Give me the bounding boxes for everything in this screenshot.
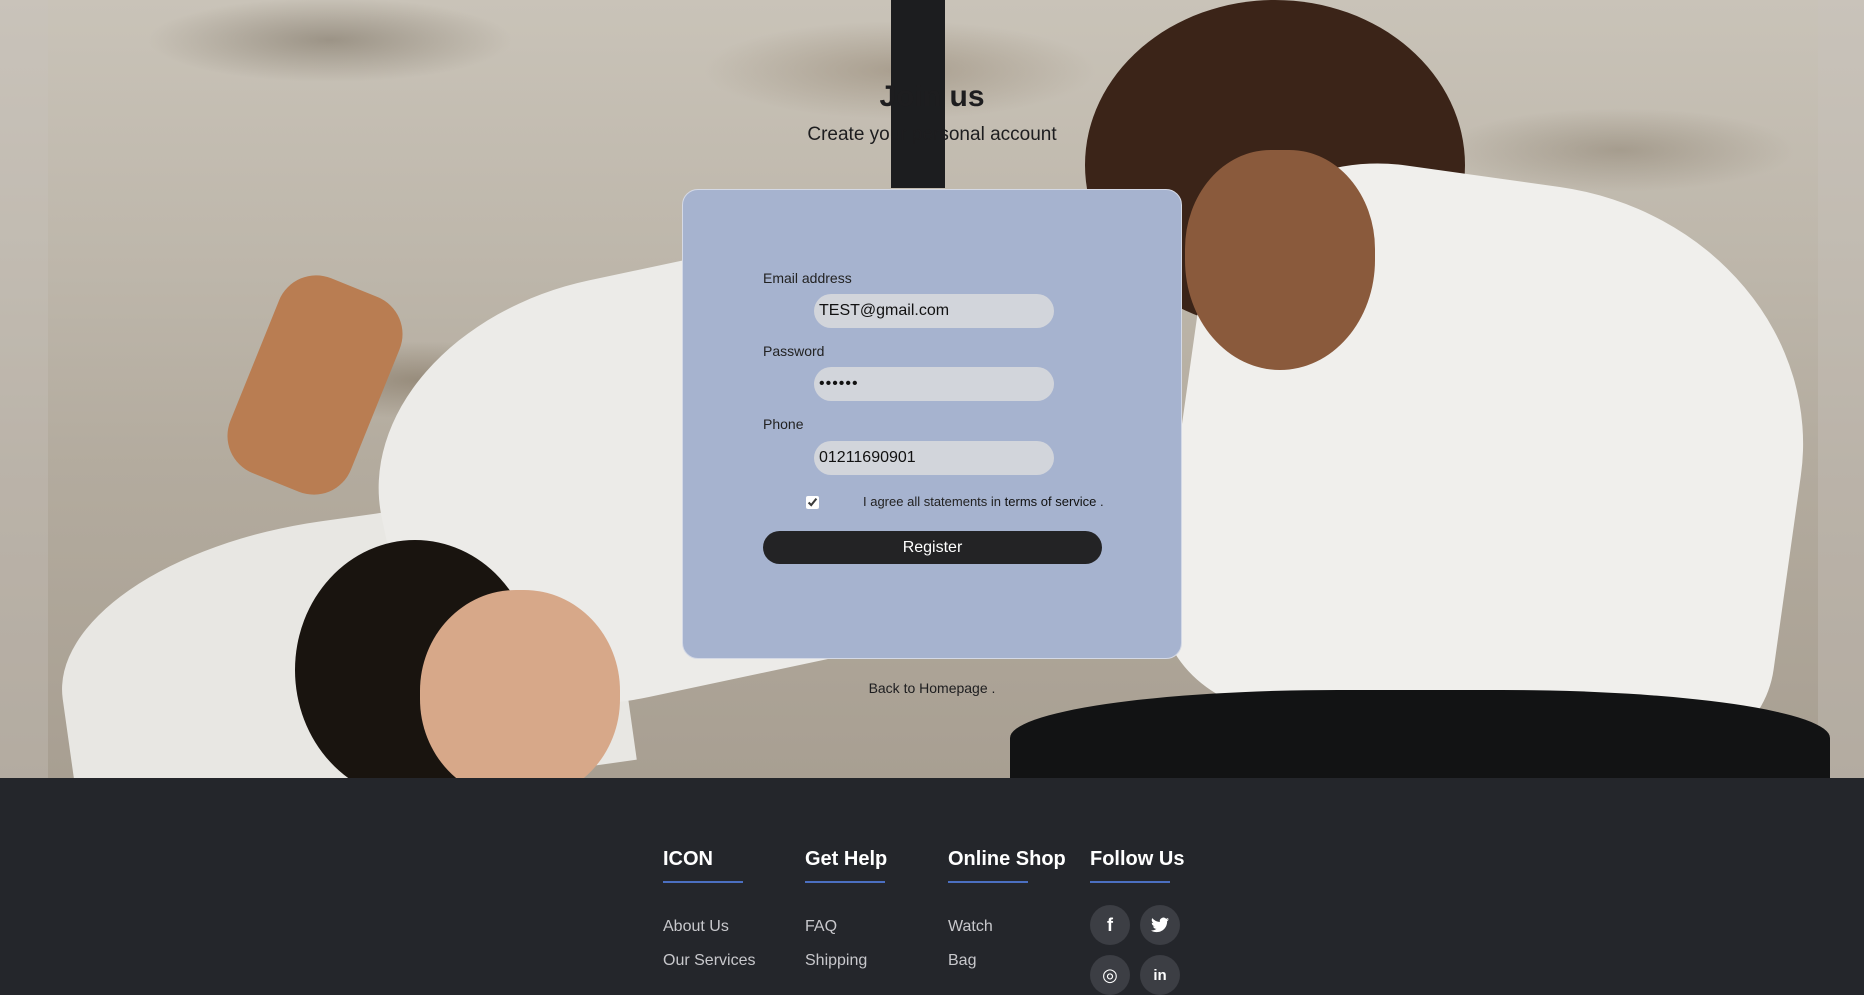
registration-form: Email address Password Phone I agree all… [682,189,1182,659]
twitter-icon[interactable] [1140,905,1180,945]
footer-column-get-help: Get Help FAQ Shipping [805,848,888,969]
hero-left-edge [0,0,48,778]
footer-column-title: Online Shop [948,848,1066,870]
terms-agreement: I agree all statements in terms of servi… [863,494,1104,509]
terms-checkbox[interactable] [806,496,819,509]
footer-title-underline [948,881,1028,883]
instagram-icon[interactable]: ◎ [1090,955,1130,995]
twitter-bird-glyph [1151,917,1169,933]
footer-link-watch[interactable]: Watch [948,918,993,936]
background-dark-cloth [1010,690,1830,778]
footer-column-title: ICON [663,848,713,870]
back-to-homepage-link[interactable]: Back to Homepage . [0,680,1864,696]
footer-link-about-us[interactable]: About Us [663,918,729,936]
phone-field[interactable] [814,441,1054,475]
footer-column-title: Get Help [805,848,888,870]
hero-right-edge [1818,0,1864,778]
terms-of-service-link[interactable]: terms of service [1005,494,1097,509]
footer-title-underline [1090,881,1170,883]
footer-title-underline [663,881,743,883]
footer-link-bag[interactable]: Bag [948,952,976,970]
page-title: Join us [879,80,985,113]
linkedin-icon[interactable]: in [1140,955,1180,995]
terms-agreement-suffix: . [1100,494,1104,509]
page-subtitle: Create your personal account [807,124,1057,145]
footer-title-underline [805,881,885,883]
phone-label: Phone [763,416,804,432]
footer-column-icon: ICON About Us Our Services [663,848,755,969]
password-field[interactable] [814,367,1054,401]
footer-link-our-services[interactable]: Our Services [663,952,755,970]
hero-background: Join us Create your personal account Ema… [0,0,1864,778]
footer-link-shipping[interactable]: Shipping [805,952,867,970]
email-label: Email address [763,270,852,286]
terms-agreement-text: I agree all statements in [863,494,1002,509]
email-field[interactable] [814,294,1054,328]
background-face [1185,150,1375,370]
footer-column-title: Follow Us [1090,848,1185,870]
footer-link-faq[interactable]: FAQ [805,918,837,936]
footer-column-follow-us: Follow Us f ◎ in [1090,848,1185,995]
footer: ICON About Us Our Services Get Help FAQ … [0,778,1864,995]
facebook-icon[interactable]: f [1090,905,1130,945]
register-button[interactable]: Register [763,531,1102,564]
password-label: Password [763,343,825,359]
footer-column-online-shop: Online Shop Watch Bag [948,848,1066,969]
